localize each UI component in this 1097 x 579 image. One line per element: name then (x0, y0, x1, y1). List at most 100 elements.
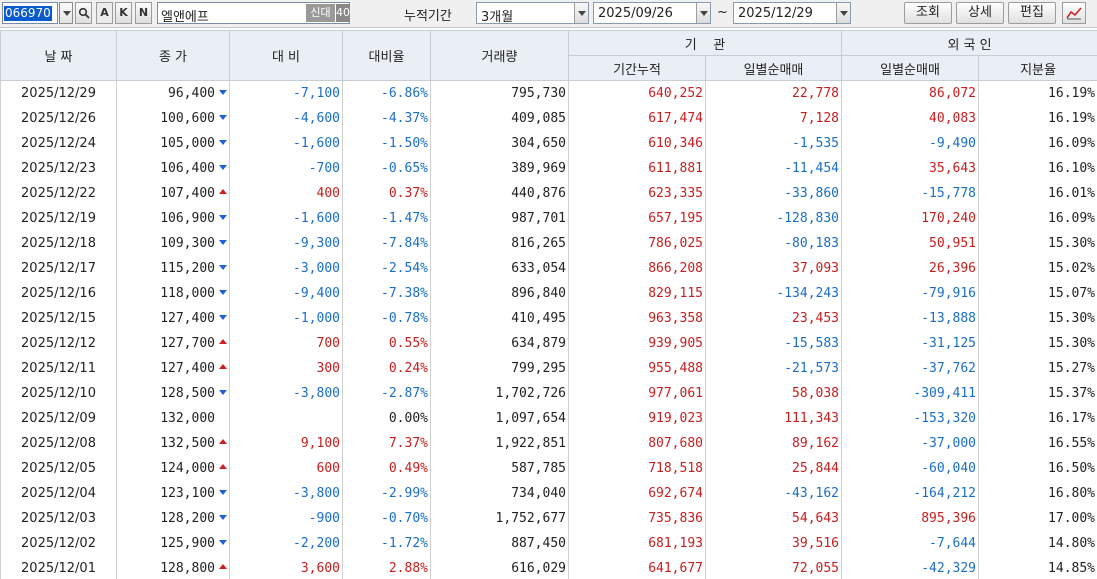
cell-volume: 410,495 (430, 305, 569, 331)
market-n-button[interactable]: N (135, 2, 152, 24)
table-row[interactable]: 2025/12/29 96,400 -7,100 -6.86% 795,730 640,2… (0, 80, 1097, 106)
col-rate[interactable]: 대비율 (342, 30, 431, 81)
cell-inst-cum: 681,193 (568, 530, 706, 556)
close-value: 109,300 (160, 235, 215, 251)
col-group-institution: 기 관 (567, 30, 843, 56)
arrow-down-icon (219, 289, 227, 295)
col-date[interactable]: 날 짜 (0, 30, 117, 81)
cell-foreign-share: 15.30% (978, 330, 1097, 356)
cell-change: -9,300 (229, 230, 343, 256)
cell-foreign-share: 16.19% (978, 105, 1097, 131)
cell-foreign-share: 16.50% (978, 455, 1097, 481)
cell-date: 2025/12/12 (0, 330, 117, 356)
table-row[interactable]: 2025/12/11 127,400 300 0.24% 799,295 955,488-… (0, 355, 1097, 381)
table-row[interactable]: 2025/12/24 105,000 -1,600 -1.50% 304,650 610,… (0, 130, 1097, 156)
cell-date: 2025/12/03 (0, 505, 117, 531)
cell-change (229, 405, 343, 431)
period-select[interactable]: 3개월 (476, 2, 589, 25)
table-row[interactable]: 2025/12/02 125,900 -2,200 -1.72% 887,450 681,… (0, 530, 1097, 556)
edit-button[interactable]: 편집 (1008, 2, 1056, 24)
cell-foreign-share: 15.37% (978, 380, 1097, 406)
line-chart-icon (1066, 7, 1082, 20)
col-change[interactable]: 대 비 (229, 30, 343, 81)
cell-rate: 0.24% (342, 355, 431, 381)
date-to-input[interactable]: 2025/12/29 (733, 2, 851, 24)
cell-foreign-daily: -9,490 (841, 130, 980, 156)
chevron-down-icon (63, 11, 71, 16)
cell-foreign-daily: -13,888 (841, 305, 980, 331)
chevron-down-icon (578, 11, 586, 16)
cell-volume: 634,879 (430, 330, 569, 356)
col-foreign-daily[interactable]: 일별순매매 (841, 55, 980, 81)
close-value: 127,400 (160, 310, 215, 326)
cell-rate: -2.99% (342, 480, 431, 506)
cell-foreign-daily: -164,212 (841, 480, 980, 506)
search-icon (78, 7, 90, 19)
date-from-input[interactable]: 2025/09/26 (593, 2, 711, 24)
market-k-button[interactable]: K (115, 2, 132, 24)
close-value: 105,000 (160, 135, 215, 151)
cell-volume: 389,969 (430, 155, 569, 181)
table-row[interactable]: 2025/12/10 128,500 -3,800 -2.87% 1,702,726 97… (0, 380, 1097, 406)
market-a-button[interactable]: A (96, 2, 113, 24)
table-row[interactable]: 2025/12/17 115,200 -3,000 -2.54% 633,054 866,… (0, 255, 1097, 281)
table-row[interactable]: 2025/12/18 109,300 -9,300 -7.84% 816,265 786,… (0, 230, 1097, 256)
table-row[interactable]: 2025/12/23 106,400 -700 -0.65% 389,969 611,88… (0, 155, 1097, 181)
cell-volume: 795,730 (430, 80, 569, 106)
tag-new[interactable]: 신대 (306, 4, 335, 22)
cell-foreign-daily: 35,643 (841, 155, 980, 181)
cell-foreign-share: 16.09% (978, 130, 1097, 156)
cell-inst-cum: 611,881 (568, 155, 706, 181)
col-close[interactable]: 종 가 (116, 30, 230, 81)
cell-foreign-daily: 170,240 (841, 205, 980, 231)
col-inst-daily[interactable]: 일별순매매 (704, 55, 843, 81)
cell-change: -7,100 (229, 80, 343, 106)
cell-inst-cum: 735,836 (568, 505, 706, 531)
table-row[interactable]: 2025/12/19 106,900 -1,600 -1.47% 987,701 657,… (0, 205, 1097, 231)
table-row[interactable]: 2025/12/15 127,400 -1,000 -0.78% 410,495 963,… (0, 305, 1097, 331)
col-foreign-share[interactable]: 지분율 (978, 55, 1097, 81)
table-row[interactable]: 2025/12/03 128,200 -900 -0.70% 1,752,677 735,… (0, 505, 1097, 531)
cell-inst-cum: 919,023 (568, 405, 706, 431)
table-row[interactable]: 2025/12/26 100,600 -4,600 -4.37% 409,085 617,… (0, 105, 1097, 131)
cell-inst-cum: 718,518 (568, 455, 706, 481)
cell-foreign-daily: -79,916 (841, 280, 980, 306)
cell-change: -3,000 (229, 255, 343, 281)
cell-rate: -0.70% (342, 505, 431, 531)
table-row[interactable]: 2025/12/01 128,800 3,600 2.88% 616,029 641,67… (0, 555, 1097, 579)
table-row[interactable]: 2025/12/05 124,000 600 0.49% 587,785 718,518 2… (0, 455, 1097, 481)
cell-rate: -0.65% (342, 155, 431, 181)
cell-close: 106,900 (116, 205, 230, 231)
arrow-down-icon (219, 139, 227, 145)
cell-inst-daily: 39,516 (704, 530, 843, 556)
detail-button[interactable]: 상세 (956, 2, 1004, 24)
stock-name-field[interactable]: 엘앤에프 신대 40 (157, 2, 350, 25)
close-value: 100,600 (160, 110, 215, 126)
cell-inst-cum: 623,335 (568, 180, 706, 206)
table-row[interactable]: 2025/12/12 127,700 700 0.55% 634,879 939,905-… (0, 330, 1097, 356)
cell-volume: 587,785 (430, 455, 569, 481)
cell-volume: 799,295 (430, 355, 569, 381)
col-inst-cum[interactable]: 기간누적 (568, 55, 706, 81)
cell-date: 2025/12/08 (0, 430, 117, 456)
cell-close: 128,500 (116, 380, 230, 406)
table-row[interactable]: 2025/12/04 123,100 -3,800 -2.99% 734,040 692,… (0, 480, 1097, 506)
cell-volume: 1,752,677 (430, 505, 569, 531)
col-volume[interactable]: 거래량 (430, 30, 569, 81)
stock-code-input[interactable]: 066970 (2, 2, 58, 24)
tag-40[interactable]: 40 (336, 4, 350, 22)
cell-foreign-share: 16.10% (978, 155, 1097, 181)
chart-button[interactable] (1062, 2, 1086, 24)
table-row[interactable]: 2025/12/08 132,500 9,100 7.37% 1,922,851 807,… (0, 430, 1097, 456)
cell-close: 109,300 (116, 230, 230, 256)
cell-inst-daily: 89,162 (704, 430, 843, 456)
table-row[interactable]: 2025/12/22 107,400 400 0.37% 440,876 623,335-… (0, 180, 1097, 206)
query-button[interactable]: 조회 (904, 2, 952, 24)
arrow-down-icon (219, 264, 227, 270)
close-value: 118,000 (160, 285, 215, 301)
table-row[interactable]: 2025/12/16 118,000 -9,400 -7.38% 896,840 829,… (0, 280, 1097, 306)
table-row[interactable]: 2025/12/09 132,000 0.00% 1,097,654 919,023 11… (0, 405, 1097, 431)
search-button[interactable] (75, 2, 92, 24)
stock-code-dropdown[interactable] (59, 2, 73, 24)
cell-close: 96,400 (116, 80, 230, 106)
